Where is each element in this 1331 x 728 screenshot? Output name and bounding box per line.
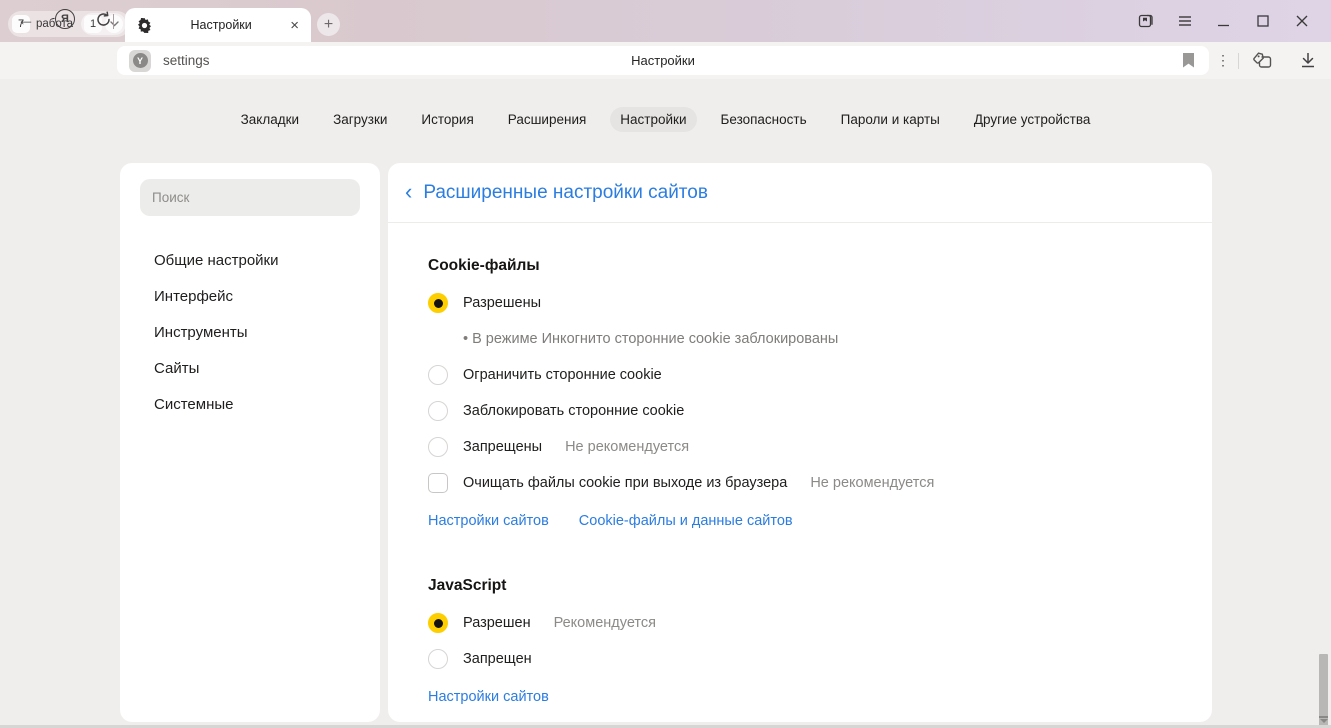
new-tab-button[interactable]: + xyxy=(317,13,340,36)
settings-sidebar: Общие настройкиИнтерфейсИнструментыСайты… xyxy=(120,163,380,722)
option-label: Ограничить сторонние cookie xyxy=(463,367,662,383)
radio-unchecked-icon[interactable] xyxy=(428,401,448,421)
sidebar-item-3[interactable]: Инструменты xyxy=(140,314,360,350)
back-header[interactable]: ‹ Расширенные настройки сайтов xyxy=(388,163,1212,223)
search-input[interactable] xyxy=(140,179,360,216)
sidebar-list: Общие настройкиИнтерфейсИнструментыСайты… xyxy=(140,242,360,422)
section-page-title[interactable]: Расширенные настройки сайтов xyxy=(423,182,708,204)
tab-strip: 7 работа 1 Настройки × + xyxy=(0,0,1331,42)
nav-item-4[interactable]: Расширения xyxy=(498,107,597,132)
nav-item-5[interactable]: Настройки xyxy=(610,107,696,132)
option-label: Разрешен xyxy=(463,615,531,631)
nav-item-7[interactable]: Пароли и карты xyxy=(831,107,950,132)
sidebar-item-4[interactable]: Сайты xyxy=(140,350,360,386)
refresh-button[interactable] xyxy=(89,5,117,33)
nav-item-6[interactable]: Безопасность xyxy=(711,107,817,132)
maximize-icon[interactable] xyxy=(1243,6,1282,36)
radio-option[interactable]: Запрещены Не рекомендуется xyxy=(428,429,1172,465)
radio-option[interactable]: Запрещен xyxy=(428,641,1172,677)
downloads-icon[interactable] xyxy=(1285,52,1331,69)
bookmark-flag-icon[interactable] xyxy=(1182,53,1195,73)
radio-unchecked-icon[interactable] xyxy=(428,365,448,385)
gear-icon xyxy=(137,18,152,33)
radio-option[interactable]: Заблокировать сторонние cookie xyxy=(428,393,1172,429)
nav-item-1[interactable]: Закладки xyxy=(231,107,309,132)
sidebar-item-2[interactable]: Интерфейс xyxy=(140,278,360,314)
option-note: Не рекомендуется xyxy=(565,439,689,455)
section-title: Cookie-файлы xyxy=(428,257,1172,275)
option-label: Заблокировать сторонние cookie xyxy=(463,403,684,419)
page-title: Настройки xyxy=(117,53,1209,68)
checkbox-unchecked-icon[interactable] xyxy=(428,473,448,493)
radio-option[interactable]: Разрешены xyxy=(428,285,1172,321)
option-label: Запрещены xyxy=(463,439,542,455)
radio-option[interactable]: Ограничить сторонние cookie xyxy=(428,357,1172,393)
sidebar-item-1[interactable]: Общие настройки xyxy=(140,242,360,278)
option-label: Разрешены xyxy=(463,295,541,311)
checkbox-option[interactable]: Очищать файлы cookie при выходе из брауз… xyxy=(428,465,1172,501)
yandex-home-button[interactable]: Я xyxy=(51,5,79,33)
menu-icon[interactable] xyxy=(1165,6,1204,36)
scrollbar-down-arrow[interactable] xyxy=(1318,716,1329,724)
settings-link[interactable]: Настройки сайтов xyxy=(428,689,549,705)
settings-main-panel: ‹ Расширенные настройки сайтов Cookie-фа… xyxy=(388,163,1212,722)
close-icon[interactable] xyxy=(1282,6,1321,36)
nav-item-2[interactable]: Загрузки xyxy=(323,107,397,132)
settings-link[interactable]: Настройки сайтов xyxy=(428,513,549,529)
section-title: JavaScript xyxy=(428,577,1172,595)
tab-settings[interactable]: Настройки × xyxy=(125,8,311,42)
option-subnote: • В режиме Инкогнито сторонние cookie за… xyxy=(428,321,1172,357)
radio-option[interactable]: Разрешен Рекомендуется xyxy=(428,605,1172,641)
back-chevron-icon[interactable]: ‹ xyxy=(405,181,412,203)
minimize-icon[interactable] xyxy=(1204,6,1243,36)
side-panel-icon[interactable] xyxy=(1126,6,1165,36)
radio-checked-icon[interactable] xyxy=(428,293,448,313)
sidebar-item-5[interactable]: Системные xyxy=(140,386,360,422)
option-note: Не рекомендуется xyxy=(810,475,934,491)
option-label: Очищать файлы cookie при выходе из брауз… xyxy=(463,475,787,491)
section-links: Настройки сайтов Cookie-файлы и данные са… xyxy=(428,503,1172,539)
settings-link[interactable]: Cookie-файлы и данные сайтов xyxy=(579,513,793,529)
more-options-icon[interactable]: ⋮ xyxy=(1208,52,1238,69)
extensions-icon[interactable] xyxy=(1239,51,1285,71)
nav-item-8[interactable]: Другие устройства xyxy=(964,107,1101,132)
radio-unchecked-icon[interactable] xyxy=(428,437,448,457)
option-note: Рекомендуется xyxy=(554,615,656,631)
tab-title: Настройки xyxy=(152,18,290,32)
settings-section: Cookie-файлы Разрешены • В режиме Инкогнит… xyxy=(428,257,1172,539)
yandex-logo-icon: Я xyxy=(55,9,75,29)
address-bar[interactable]: Y settings Настройки xyxy=(117,46,1209,75)
settings-nav: Закладки Загрузки История Расширения Настрой… xyxy=(0,107,1331,132)
radio-unchecked-icon[interactable] xyxy=(428,649,448,669)
settings-page: Закладки Загрузки История Расширения Настрой… xyxy=(0,79,1331,728)
tab-close-icon[interactable]: × xyxy=(290,18,299,33)
sections: Cookie-файлы Разрешены • В режиме Инкогнит… xyxy=(388,223,1212,715)
option-label: Запрещен xyxy=(463,651,532,667)
settings-section: JavaScript Разрешен Рекомендуется Запрещен Н… xyxy=(428,577,1172,715)
back-button[interactable]: ← xyxy=(12,5,40,33)
section-links: Настройки сайтов xyxy=(428,679,1172,715)
nav-item-3[interactable]: История xyxy=(411,107,483,132)
radio-checked-icon[interactable] xyxy=(428,613,448,633)
